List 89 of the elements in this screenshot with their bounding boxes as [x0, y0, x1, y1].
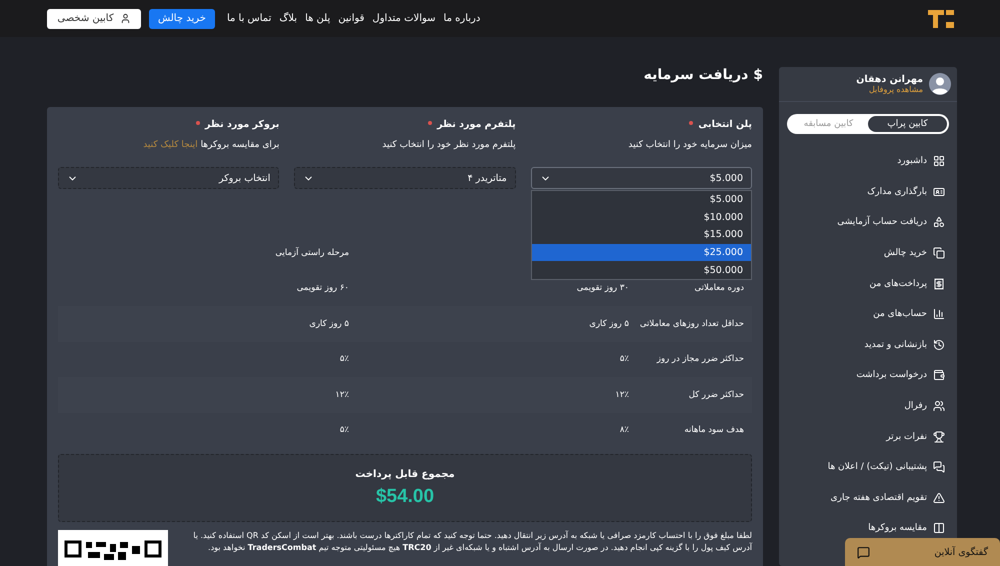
table-cell-text: ۸٪: [618, 425, 630, 436]
sidebar-item[interactable]: پرداخت‌های من: [779, 274, 957, 293]
dropdown-option[interactable]: $50.000: [532, 261, 751, 279]
grid-icon: [933, 155, 945, 168]
field-hint: پلتفرم مورد نظر خود را انتخاب کنید: [381, 140, 516, 150]
user-name: مهرانن دهقان: [856, 74, 923, 85]
dropdown-option[interactable]: $25.000: [532, 244, 751, 262]
view-profile-link[interactable]: مشاهده پروفایل: [856, 85, 923, 94]
table-cell-text: ۱۲٪: [334, 390, 350, 400]
sidebar-item-label: داشبورد: [897, 156, 927, 166]
users-icon: [933, 400, 945, 412]
sidebar-item-label: تقویم اقتصادی هفته جاری: [830, 492, 927, 503]
sidebar-item[interactable]: نفرات برتر: [779, 428, 957, 446]
sidebar-item[interactable]: داشبورد: [779, 152, 957, 170]
table-cell-text: ۱۲٪: [614, 390, 630, 400]
table-cell-text: حداکثر ضرر مجاز در روز: [656, 354, 745, 364]
nav-link[interactable]: سوالات متداول: [372, 13, 436, 24]
sidebar-item[interactable]: حساب‌های من: [779, 305, 957, 324]
history-icon: [933, 338, 945, 351]
avatar-icon: [929, 73, 951, 95]
table-cell-text: ۵٪: [618, 354, 630, 364]
table-cell-text: ۵ روز کاری: [308, 318, 350, 329]
trophy-icon: [933, 430, 945, 443]
wallet-icon: [933, 369, 945, 382]
sidebar-item-label: نفرات برتر: [886, 432, 927, 442]
nav-link[interactable]: بلاگ: [279, 13, 298, 24]
copy-icon: [933, 247, 945, 260]
field-label: پلن انتخابی: [698, 119, 752, 130]
sidebar-item-label: درخواست برداشت: [856, 370, 927, 380]
user-icon: [120, 13, 131, 24]
sidebar-item-label: خرید چالش: [884, 248, 927, 258]
sidebar-item[interactable]: پشتیبانی (تیکت) / اعلان ها: [779, 458, 957, 476]
qr-code-icon: [58, 530, 168, 566]
select-field[interactable]: متاتریدر ۴: [294, 167, 516, 189]
sidebar-item[interactable]: خرید چالش: [779, 244, 957, 262]
sidebar-item[interactable]: بارگذاری مدارک: [779, 182, 957, 201]
sidebar-item[interactable]: درخواست برداشت: [779, 366, 957, 384]
nav-link[interactable]: پلن ها: [305, 13, 330, 24]
id-card-icon: [933, 186, 945, 198]
table-cell-text: ۵٪: [338, 354, 350, 364]
sidebar-item-label: بارگذاری مدارک: [867, 186, 927, 197]
field-label: پلتفرم مورد نظر: [437, 119, 516, 130]
table-cell-text: حداکثر ضرر کل: [688, 390, 745, 400]
table-cell-text: ۳۰ روز تقویمی: [576, 283, 630, 294]
sidebar-item-label: بازنشانی و تمدید: [864, 340, 927, 350]
sidebar-item-label: حساب‌های من: [873, 309, 927, 320]
columns-icon: [933, 522, 945, 534]
sidebar-item[interactable]: رفرال: [779, 397, 957, 416]
page-title: $ دریافت سرمایه: [642, 67, 763, 83]
buy-challenge-button[interactable]: خرید چالش: [149, 8, 215, 28]
bar-chart-icon: [933, 308, 945, 320]
sidebar-item-label: دریافت حساب آزمایشی: [837, 217, 927, 228]
personal-cabin-button[interactable]: کابین شخصی: [47, 8, 141, 28]
table-header: مرحله راستی آزمایی: [274, 248, 350, 258]
sidebar-item[interactable]: تقویم اقتصادی هفته جاری: [779, 488, 957, 507]
sidebar-item[interactable]: دریافت حساب آزمایشی: [779, 213, 957, 232]
field-hint: برای مقایسه بروکرها اینجا کلیک کنید: [142, 140, 280, 150]
table-cell-text: ۵٪: [338, 425, 350, 436]
sidebar-item-label: پشتیبانی (تیکت) / اعلان ها: [828, 462, 927, 472]
bill-icon: [933, 278, 945, 290]
nav-link[interactable]: تماس با ما: [226, 13, 272, 24]
nav-link[interactable]: درباره ما: [444, 13, 480, 24]
field-label: بروکر مورد نظر: [204, 119, 280, 130]
warning-icon: [933, 492, 945, 504]
chat-bubble-icon: [857, 546, 870, 558]
total-amount: $54.00: [376, 486, 434, 508]
table-cell-text: ۵ روز کاری: [588, 318, 630, 329]
nav-link[interactable]: قوانین: [338, 13, 364, 24]
logo-icon[interactable]: [926, 8, 956, 30]
cabin-tab[interactable]: کابین پراپ: [868, 116, 947, 132]
dropdown-option[interactable]: $15.000: [532, 226, 751, 244]
table-cell-text: حداقل تعداد روزهای معاملاتی: [638, 318, 745, 329]
table-cell-text: ۶۰ روز تقویمی: [296, 283, 350, 294]
select-field[interactable]: انتخاب بروکر: [58, 167, 280, 189]
dropdown-option[interactable]: $10.000: [532, 208, 751, 226]
sidebar-item-label: رفرال: [904, 401, 927, 412]
table-cell-text: دوره معاملاتی: [694, 283, 745, 294]
field-hint: میزان سرمایه خود را انتخاب کنید: [627, 140, 752, 150]
sidebar-item[interactable]: مقایسه بروکرها: [779, 519, 957, 538]
dropdown-option[interactable]: $5.000: [532, 191, 751, 209]
sidebar-item-label: پرداخت‌های من: [870, 278, 927, 289]
chat-bubbles-icon: [933, 461, 945, 474]
shapes-icon: [933, 216, 945, 228]
online-chat-button[interactable]: گفتگوی آنلاین: [845, 538, 1000, 566]
total-label: مجموع قابل پرداخت: [355, 468, 455, 480]
sidebar-item-label: مقایسه بروکرها: [868, 523, 927, 534]
select-field[interactable]: $5.000: [530, 167, 752, 189]
sidebar-item[interactable]: بازنشانی و تمدید: [779, 336, 957, 354]
table-cell-text: هدف سود ماهانه: [683, 425, 745, 436]
